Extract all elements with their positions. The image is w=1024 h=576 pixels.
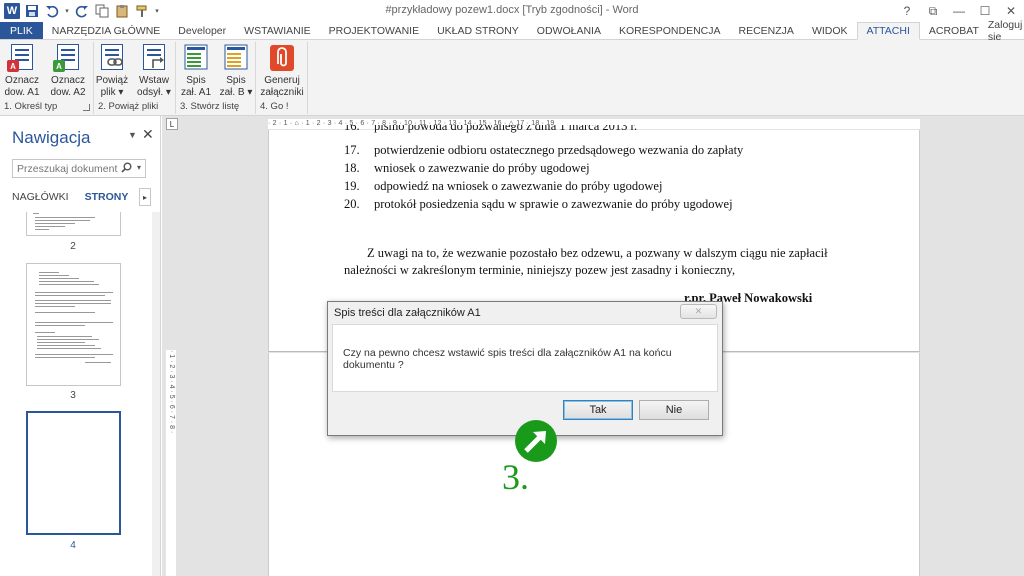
page-number: 2 [70, 241, 76, 252]
help-button[interactable]: ? [894, 0, 920, 22]
group-create-list: Spis zał. A1 Spis zał. B ▾ 3. Stwórz listę [176, 42, 256, 114]
search-icon[interactable] [121, 162, 132, 176]
save-icon[interactable] [23, 2, 41, 20]
tab-references[interactable]: ODWOŁANIA [528, 22, 610, 39]
insert-reference-icon [141, 44, 167, 72]
group-go: Generuj załączniki 4. Go ! [256, 42, 308, 114]
group-define-type: A Oznacz dow. A1 A Oznacz dow. A2 1. Okreś… [0, 42, 94, 114]
list-b-button[interactable]: Spis zał. B ▾ [216, 44, 256, 99]
nav-options-icon[interactable]: ▼ [128, 130, 137, 140]
yes-button[interactable]: Tak [563, 400, 633, 420]
ribbon: A Oznacz dow. A1 A Oznacz dow. A2 1. Okreś… [0, 40, 1024, 116]
customize-qat-icon[interactable]: ▾ [153, 2, 161, 20]
group-label: 1. Określ typ [4, 101, 58, 112]
page-thumbnails: 2 3 4 [0, 212, 152, 576]
redo-icon[interactable] [73, 2, 91, 20]
undo-dropdown-icon[interactable]: ▾ [63, 2, 71, 20]
tab-review[interactable]: RECENZJA [730, 22, 803, 39]
group-label: 2. Powiąż pliki [98, 101, 159, 112]
insert-reference-button[interactable]: Wstaw odsył. ▾ [134, 44, 174, 99]
search-dropdown-icon[interactable]: ▾ [137, 163, 141, 172]
nav-tabs: NAGŁÓWKI STRONY [12, 191, 128, 206]
tab-mailings[interactable]: KORESPONDENCJA [610, 22, 730, 39]
page-thumbnail[interactable] [26, 263, 121, 386]
nav-title: Nawigacja [12, 128, 91, 147]
group-launcher-icon[interactable] [83, 104, 90, 111]
page-thumbnail-selected[interactable] [26, 411, 121, 535]
ribbon-display-button[interactable]: ⧉ [920, 0, 946, 22]
word-app-icon[interactable]: W [3, 2, 21, 20]
paperclip-icon [269, 44, 295, 72]
generate-attachments-button[interactable]: Generuj załączniki [260, 44, 304, 99]
tab-view[interactable]: WIDOK [803, 22, 857, 39]
tab-insert[interactable]: WSTAWIANIE [235, 22, 320, 39]
tab-developer[interactable]: Developer [169, 22, 235, 39]
copy-icon[interactable] [93, 2, 111, 20]
no-button[interactable]: Nie [639, 400, 709, 420]
list-item: 17. potwierdzenie odbioru ostatecznego pr… [344, 143, 744, 157]
ribbon-tabs: PLIK NARZĘDZIA GŁÓWNE Developer WSTAWIAN… [0, 19, 1024, 43]
mark-a2-icon: A [53, 44, 81, 72]
tab-attachi[interactable]: ATTACHI [856, 22, 920, 40]
group-label: 4. Go ! [260, 101, 289, 112]
group-link-files: Powiąż plik ▾ Wstaw odsył. ▾ 2. Powiąż pli… [94, 42, 176, 114]
annotation-number: 3. [502, 457, 529, 497]
list-item: 19. odpowiedź na wniosek o zawezwanie do … [344, 179, 663, 193]
link-file-button[interactable]: Powiąż plik ▾ [92, 44, 132, 99]
navigation-pane: Nawigacja ▼ ✕ ▾ NAGŁÓWKI STRONY ▸ 2 [0, 116, 161, 576]
undo-icon[interactable] [43, 2, 61, 20]
tab-home[interactable]: NARZĘDZIA GŁÓWNE [43, 22, 170, 39]
format-painter-icon[interactable] [133, 2, 151, 20]
nav-scrollbar[interactable] [152, 212, 160, 576]
paragraph: należności w zakreślonym terminie, ninie… [344, 263, 736, 277]
minimize-button[interactable]: — [946, 0, 972, 22]
close-icon[interactable]: ✕ [142, 126, 154, 143]
dialog-title: Spis treści dla załączników A1 [334, 307, 481, 319]
vertical-ruler[interactable]: · 1 · 2 · 3 · 4 · 5 · 6 · 7 · 8 · [166, 350, 176, 576]
list-item: 20. protokół posiedzenia sądu w sprawie o… [344, 197, 733, 211]
page-thumbnail[interactable] [26, 212, 121, 236]
list-a1-button[interactable]: Spis zał. A1 [176, 44, 216, 99]
sign-in[interactable]: Zaloguj się [988, 19, 1024, 43]
tab-selector[interactable]: L [166, 118, 178, 130]
group-label: 3. Stwórz listę [180, 101, 240, 112]
tab-acrobat[interactable]: ACROBAT [920, 22, 988, 39]
title-bar: W ▾ ▾ #przykładowy pozew1.docx [Tryb zgo… [0, 0, 1024, 22]
list-item: 16. pismo powoda do pozwanego z dnia 1 ma… [344, 125, 638, 133]
dialog-body: Czy na pewno chcesz wstawić spis treści … [332, 324, 718, 392]
link-file-icon [99, 44, 125, 72]
page-number: 4 [70, 540, 76, 551]
tab-design[interactable]: PROJEKTOWANIE [320, 22, 428, 39]
mark-a1-button[interactable]: A Oznacz dow. A1 [2, 44, 42, 99]
dialog-message: Czy na pewno chcesz wstawić spis treści … [343, 347, 672, 371]
mark-a1-icon: A [7, 44, 35, 72]
chevron-right-icon[interactable]: ▸ [139, 188, 151, 206]
paste-icon[interactable] [113, 2, 131, 20]
tab-layout[interactable]: UKŁAD STRONY [428, 22, 528, 39]
dialog-close-button[interactable]: ✕ [680, 304, 717, 319]
tab-headings[interactable]: NAGŁÓWKI [12, 191, 69, 206]
tab-pages[interactable]: STRONY [85, 191, 129, 206]
list-a1-icon [183, 44, 209, 72]
tab-file[interactable]: PLIK [0, 22, 43, 39]
list-b-icon [223, 44, 249, 72]
quick-access-toolbar: W ▾ ▾ [0, 2, 161, 20]
confirm-dialog: Spis treści dla załączników A1 ✕ Czy na … [327, 301, 723, 436]
page-number: 3 [70, 390, 76, 401]
paragraph: Z uwagi na to, że wezwanie pozostało bez… [367, 246, 828, 260]
mark-a2-button[interactable]: A Oznacz dow. A2 [48, 44, 88, 99]
list-item: 18. wniosek o zawezwanie do próby ugodowe… [344, 161, 590, 175]
